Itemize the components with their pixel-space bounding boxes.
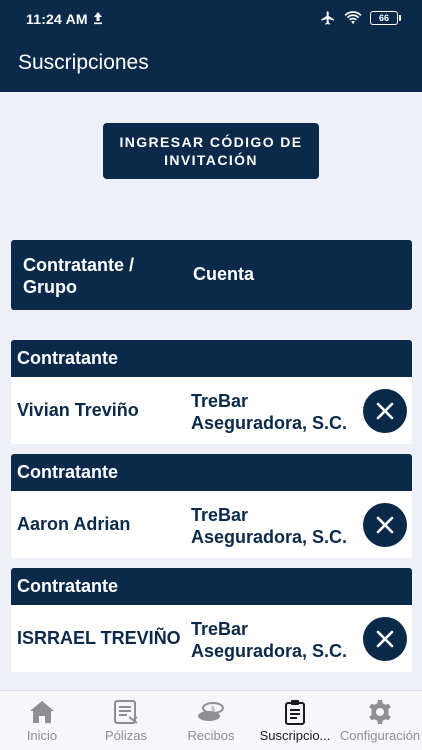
account-name: TreBar Aseguradora, S.C. xyxy=(191,505,348,547)
nav-label: Inicio xyxy=(26,728,58,743)
card-body: ISRRAEL TREVIÑO TreBar Aseguradora, S.C. xyxy=(11,605,412,672)
home-icon xyxy=(30,701,54,723)
account-name: TreBar Aseguradora, S.C. xyxy=(191,391,348,433)
app-bar: Suscripciones xyxy=(0,38,422,92)
gear-icon xyxy=(369,700,391,724)
nav-item-suscripciones[interactable]: Suscripcio... xyxy=(252,691,338,750)
column-header-contratante: Contratante / Grupo xyxy=(23,255,135,297)
wifi-icon xyxy=(344,11,362,24)
nav-item-polizas[interactable]: Pólizas xyxy=(95,691,157,750)
card-header: Contratante xyxy=(11,340,412,377)
card-header: Contratante xyxy=(11,454,412,491)
airplane-icon xyxy=(321,11,334,25)
account-name: TreBar Aseguradora, S.C. xyxy=(191,619,348,661)
nav-item-configuracion[interactable]: Configuración xyxy=(340,691,420,750)
enter-invitation-code-button[interactable]: INGRESAR CÓDIGO DE INVITACIÓN xyxy=(103,123,319,179)
nav-item-inicio[interactable]: Inicio xyxy=(12,691,72,750)
column-header-cuenta: Cuenta xyxy=(193,264,255,284)
close-icon xyxy=(376,402,394,420)
card-header: Contratante xyxy=(11,568,412,605)
nav-item-recibos[interactable]: $ Recibos xyxy=(180,691,242,750)
close-icon xyxy=(376,630,394,648)
card-body: Aaron Adrian TreBar Aseguradora, S.C. xyxy=(11,491,412,558)
remove-subscription-button[interactable] xyxy=(363,617,407,661)
nav-label: Pólizas xyxy=(105,728,147,743)
policy-document-icon xyxy=(114,700,138,724)
battery-icon: 66 xyxy=(370,11,401,25)
status-bar: 11:24 AM 66 xyxy=(0,0,422,38)
subscription-card: Contratante ISRRAEL TREVIÑO TreBar Asegu… xyxy=(11,568,412,672)
contratante-name: Vivian Treviño xyxy=(17,400,139,420)
upload-icon xyxy=(94,12,102,25)
remove-subscription-button[interactable] xyxy=(363,503,407,547)
nav-label: Recibos xyxy=(187,728,235,743)
remove-subscription-button[interactable] xyxy=(363,389,407,433)
close-icon xyxy=(376,516,394,534)
coins-icon: $ xyxy=(198,702,224,721)
card-body: Vivian Treviño TreBar Aseguradora, S.C. xyxy=(11,377,412,444)
nav-label: Configuración xyxy=(339,728,421,743)
clipboard-icon xyxy=(285,700,305,725)
page-title: Suscripciones xyxy=(18,51,149,74)
subscription-card: Contratante Vivian Treviño TreBar Asegur… xyxy=(11,340,412,444)
contratante-name: Aaron Adrian xyxy=(17,514,131,534)
contratante-name: ISRRAEL TREVIÑO xyxy=(17,628,181,648)
status-time: 11:24 AM xyxy=(26,11,88,27)
bottom-navigation: Inicio Pólizas $ Recibos Suscripcio... C… xyxy=(0,690,422,750)
nav-label: Suscripcio... xyxy=(259,728,331,743)
subscription-card: Contratante Aaron Adrian TreBar Asegurad… xyxy=(11,454,412,558)
table-header: Contratante / Grupo Cuenta xyxy=(11,240,412,310)
